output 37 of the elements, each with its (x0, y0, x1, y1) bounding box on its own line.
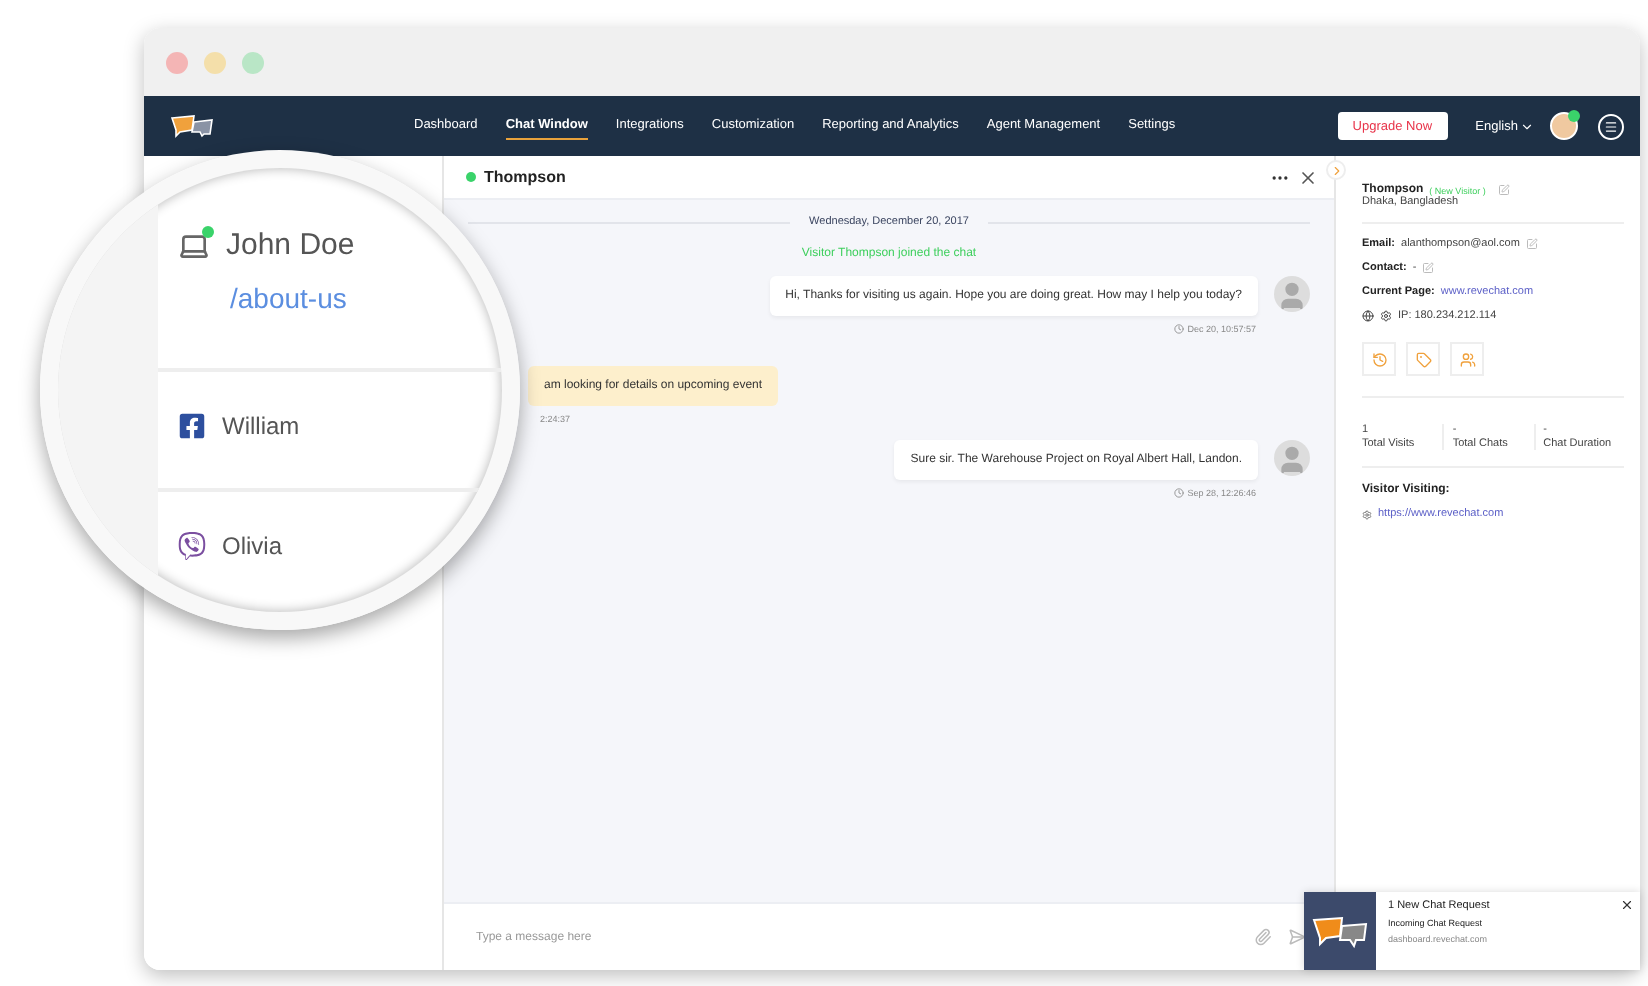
close-icon[interactable] (1620, 898, 1634, 912)
visitor-name: Thompson (484, 168, 568, 186)
users-button[interactable] (1450, 342, 1484, 376)
laptop-icon (178, 229, 210, 261)
logo-icon (170, 114, 214, 138)
visitor-name[interactable]: Olivia (222, 532, 283, 560)
caret-icon (1520, 119, 1534, 133)
collapse-button[interactable] (1326, 160, 1346, 180)
attachment-icon[interactable] (1254, 928, 1272, 946)
send-icon[interactable] (1288, 928, 1306, 946)
chevron-icon (1329, 163, 1343, 177)
visitor-name[interactable]: William (222, 412, 300, 440)
tag-icon (1415, 351, 1431, 367)
clock-icon (1173, 324, 1184, 334)
minimize-window-dot[interactable] (204, 51, 226, 73)
tag-button[interactable] (1406, 342, 1440, 376)
maximize-window-dot[interactable] (242, 51, 264, 73)
facebook-icon (178, 412, 206, 440)
gear-icon (1380, 310, 1392, 322)
history-button[interactable] (1362, 342, 1396, 376)
edit-icon[interactable] (1422, 262, 1435, 274)
close-icon[interactable] (1298, 167, 1318, 187)
gear-icon (1362, 509, 1372, 519)
globe-icon (1362, 310, 1374, 322)
agent-avatar-icon (1274, 276, 1310, 312)
users-icon (1459, 351, 1475, 367)
agent-avatar-icon (1274, 440, 1310, 476)
visitor-name[interactable]: John Doe (226, 228, 355, 262)
edit-icon[interactable] (1497, 184, 1510, 196)
phone-icon (178, 532, 206, 560)
agent-avatar[interactable] (1550, 112, 1578, 140)
clock-icon (1173, 488, 1184, 498)
history-icon (1371, 351, 1387, 367)
edit-icon[interactable] (1525, 238, 1538, 250)
chat-bubbles-icon (1312, 913, 1368, 949)
menu-icon[interactable] (1598, 113, 1624, 139)
close-window-dot[interactable] (166, 51, 188, 73)
